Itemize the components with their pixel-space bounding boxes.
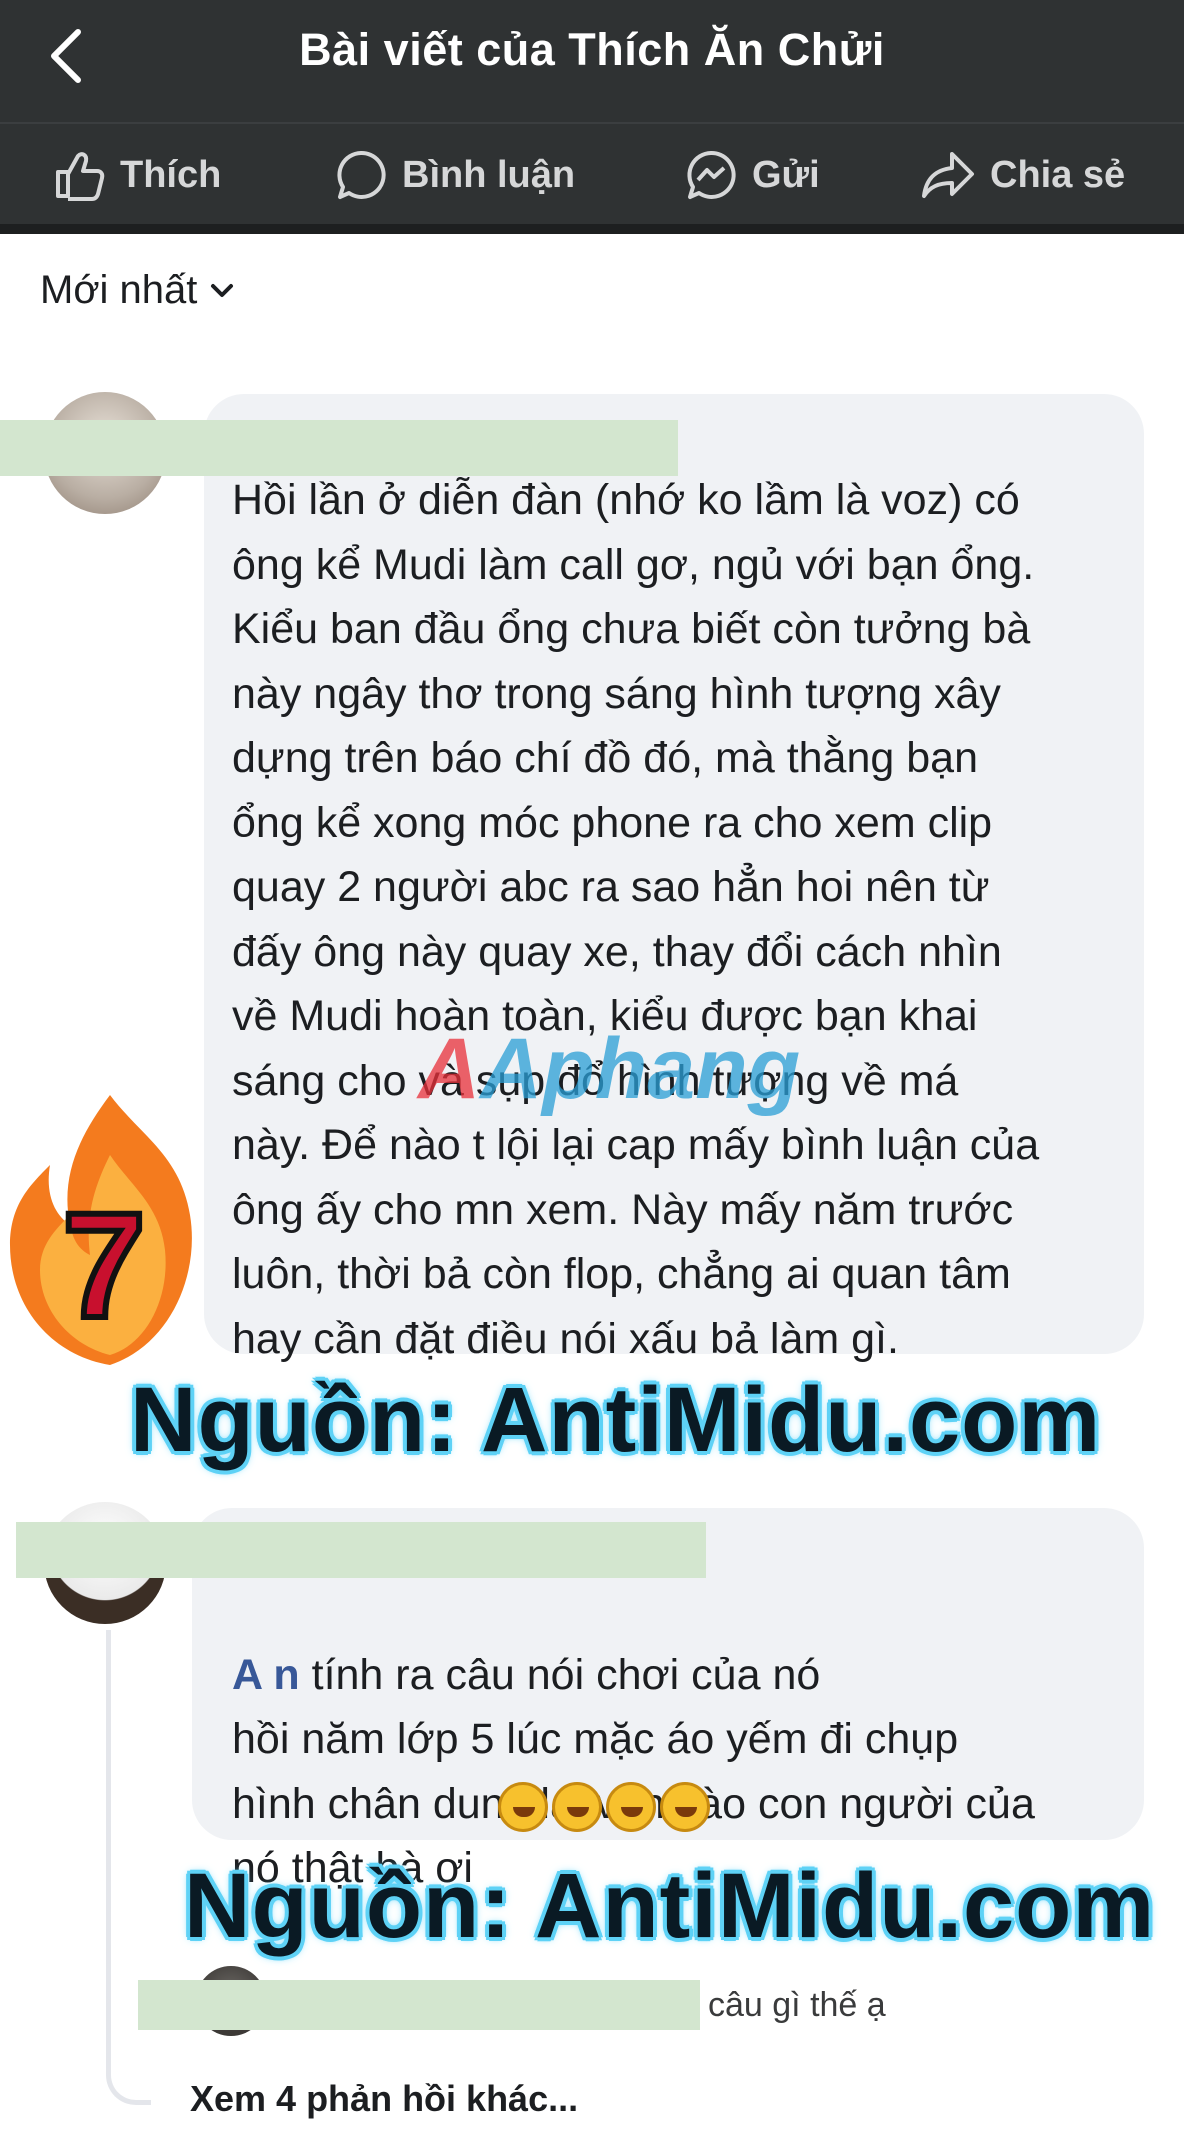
share-button[interactable]: Chia sẻ [920, 146, 1125, 204]
badge-number: 7 [62, 1181, 145, 1349]
laughing-emoji-icon [552, 1782, 602, 1832]
messenger-icon [687, 150, 736, 199]
logo-text: Aphang [480, 1021, 801, 1117]
comment-button[interactable]: Bình luận [334, 146, 575, 204]
send-button[interactable]: Gửi [684, 146, 820, 204]
laughing-emoji-icon [498, 1782, 548, 1832]
laughing-emoji-icon [660, 1782, 710, 1832]
redacted-commenter-name [16, 1522, 706, 1578]
laughing-emoji-icon [606, 1782, 656, 1832]
comment-bubble-icon [337, 150, 386, 199]
comment-text: A n tính ra câu nói chơi của nó hồi năm … [232, 1578, 1132, 1901]
sort-label: Mới nhất [40, 268, 198, 312]
post-action-bar: Thích Bình luận Gửi Chia sẻ [0, 122, 1184, 234]
share-arrow-icon [922, 152, 974, 198]
thumbs-up-icon [56, 152, 105, 201]
send-label: Gửi [752, 153, 820, 196]
thread-connector [106, 1630, 151, 2105]
top-bar: Bài viết của Thích Ăn Chửi [0, 0, 1184, 122]
like-button[interactable]: Thích [52, 146, 221, 204]
laughing-emojis [498, 1782, 714, 1832]
source-watermark: Nguồn: AntiMidu.com [130, 1369, 1102, 1471]
like-label: Thích [120, 153, 222, 196]
sort-selector[interactable]: Mới nhất [40, 268, 235, 313]
fire-badge-logo: 7 [10, 1095, 192, 1365]
chevron-down-icon [211, 283, 234, 297]
comment-label: Bình luận [402, 153, 576, 196]
page-title: Bài viết của Thích Ăn Chửi [299, 24, 885, 75]
reply-text: câu gì thế ạ [708, 1986, 886, 2024]
view-more-replies-link[interactable]: Xem 4 phản hồi khác... [190, 2078, 578, 2120]
mention-link[interactable]: A n [232, 1651, 300, 1699]
comment-text: Hồi lần ở diễn đàn (nhớ ko lầm là voz) c… [232, 476, 1040, 1363]
source-watermark: Nguồn: AntiMidu.com [184, 1855, 1156, 1957]
redacted-reply-name [138, 1980, 700, 2030]
share-label: Chia sẻ [990, 153, 1126, 196]
site-logo-watermark: AAphang [418, 1021, 801, 1117]
